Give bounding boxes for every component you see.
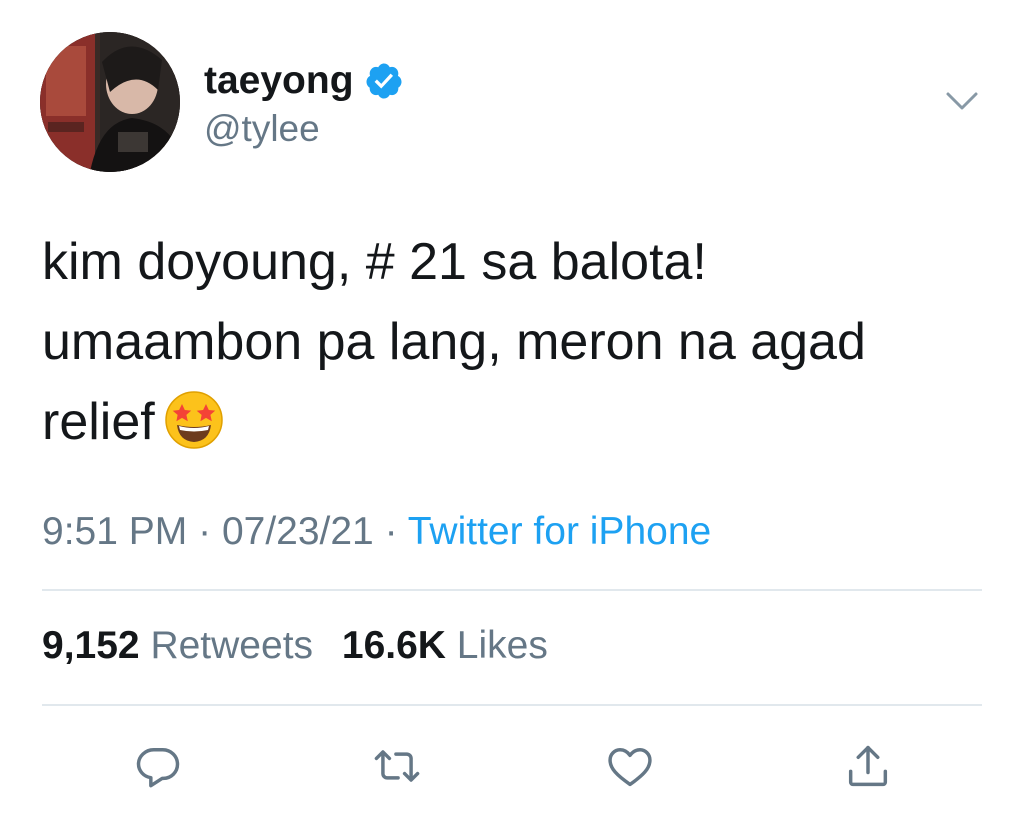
like-icon (608, 748, 652, 787)
tweet-line: kim doyoung, # 21 sa balota! (42, 233, 707, 291)
retweets-count[interactable]: 9,152 (42, 624, 140, 667)
tweet-source-link[interactable]: Twitter for iPhone (408, 510, 711, 553)
likes-count[interactable]: 16.6K (342, 624, 446, 667)
tweet-time: 9:51 PM (42, 510, 188, 553)
reply-icon (136, 748, 180, 788)
tweet-meta: 9:51 PM · 07/23/21 · Twitter for iPhone (42, 510, 711, 554)
tweet-card: taeyong @tylee kim doyoung, # 21 sa balo… (0, 0, 1024, 826)
verified-badge-icon (364, 61, 404, 101)
avatar[interactable] (40, 32, 180, 172)
share-icon (848, 745, 888, 787)
retweets-label[interactable]: Retweets (150, 624, 313, 667)
likes-label[interactable]: Likes (457, 624, 548, 667)
tweet-text: kim doyoung, # 21 sa balota! umaambon pa… (42, 222, 982, 462)
tweet-date[interactable]: 07/23/21 (222, 510, 374, 553)
name-row: taeyong (204, 56, 404, 106)
chevron-down-icon[interactable] (944, 86, 980, 116)
tweet-line-text: relief (42, 393, 155, 451)
like-button[interactable] (602, 738, 658, 794)
meta-separator: · (384, 510, 398, 553)
divider (42, 704, 982, 706)
reply-button[interactable] (130, 738, 186, 794)
tweet-line: umaambon pa lang, meron na agad (42, 313, 866, 371)
share-button[interactable] (840, 738, 896, 794)
retweet-button[interactable] (369, 738, 425, 794)
meta-separator: · (198, 510, 212, 553)
profile-photo-icon (40, 32, 180, 172)
tweet-line-last: relief (42, 382, 982, 462)
tweet-stats: 9,152 Retweets 16.6K Likes (42, 624, 548, 668)
star-struck-emoji-icon (163, 389, 225, 451)
display-name[interactable]: taeyong (204, 59, 354, 103)
user-handle[interactable]: @tylee (204, 108, 320, 150)
retweet-icon (374, 750, 420, 782)
divider (42, 589, 982, 591)
